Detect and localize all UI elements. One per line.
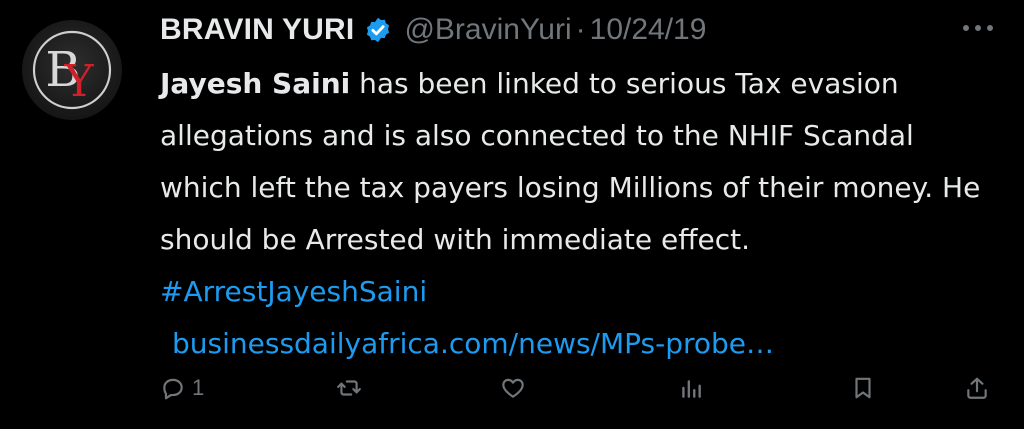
like-icon (500, 375, 526, 401)
tweet-card[interactable]: B Y BRAVIN YURI @BravinYuri · 10/24/19 J… (0, 0, 1024, 429)
action-bar: 1 (160, 366, 1000, 410)
verified-badge-icon (364, 16, 392, 44)
avatar[interactable]: B Y (22, 20, 122, 120)
url-link[interactable]: businessdailyafrica.com/news/MPs-probe… (160, 318, 1000, 370)
reply-icon (160, 375, 186, 401)
views-button[interactable] (678, 366, 704, 410)
hashtag-link[interactable]: #ArrestJayeshSaini (160, 275, 427, 308)
tweet-text: Jayesh Saini has been linked to serious … (160, 58, 1000, 370)
retweet-button[interactable] (336, 366, 362, 410)
views-icon (678, 375, 704, 401)
mentioned-name: Jayesh Saini (160, 67, 351, 100)
by-monogram-logo: B Y (32, 30, 112, 110)
header-separator: · (575, 13, 586, 46)
display-name[interactable]: BRAVIN YURI (160, 13, 354, 47)
reply-count: 1 (192, 375, 205, 400)
author-handle[interactable]: @BravinYuri (404, 13, 571, 47)
tweet-date[interactable]: 10/24/19 (590, 13, 707, 47)
bookmark-icon (850, 375, 876, 401)
tweet-header: BRAVIN YURI @BravinYuri · 10/24/19 (160, 8, 706, 52)
bookmark-button[interactable] (850, 366, 876, 410)
more-options-icon[interactable] (958, 16, 998, 40)
svg-text:Y: Y (63, 56, 94, 107)
like-button[interactable] (500, 366, 526, 410)
reply-button[interactable]: 1 (160, 366, 204, 410)
share-icon (964, 375, 990, 401)
retweet-icon (336, 375, 362, 401)
share-button[interactable] (964, 366, 990, 410)
